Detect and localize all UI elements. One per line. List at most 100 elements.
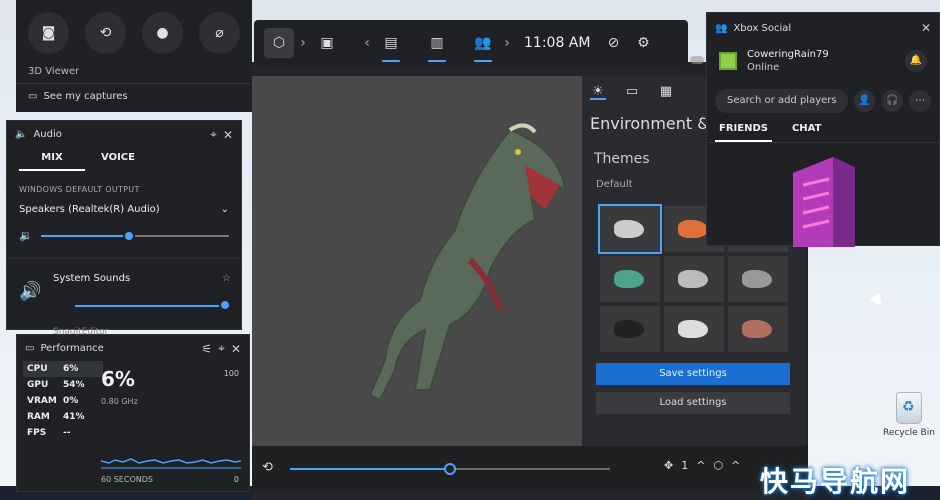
recycle-bin-label: Recycle Bin xyxy=(883,428,935,438)
performance-title: Performance xyxy=(40,343,104,354)
pin-icon[interactable]: ⌖ xyxy=(218,341,225,356)
xbox-social-widget: 👥 Xbox Social ✕ CoweringRain79 Online 🔔 … xyxy=(706,12,940,247)
chevron-right-icon[interactable]: › xyxy=(498,35,516,51)
tab-chat[interactable]: CHAT xyxy=(788,123,826,142)
cpu-big-value: 6% xyxy=(101,367,135,391)
theme-thumbnail[interactable] xyxy=(598,204,662,254)
social-header: 👥 Xbox Social ✕ xyxy=(707,13,939,43)
performance-metrics: CPU 6% GPU 54% VRAM 0% RAM 41% FPS -- xyxy=(23,361,103,441)
grid-icon[interactable]: ▦ xyxy=(658,84,674,100)
master-volume-slider[interactable] xyxy=(40,229,229,242)
close-icon[interactable]: ✕ xyxy=(223,128,233,142)
performance-header: ▭ Performance ⚟ ⌖ ✕ xyxy=(17,335,249,362)
audio-header: 🔈 Audio ⌖ ✕ xyxy=(7,121,241,148)
close-icon[interactable]: ✕ xyxy=(921,21,931,35)
chevron-down-icon: ⌄ xyxy=(220,204,229,215)
cpu-frequency: 0.80 GHz xyxy=(101,397,138,406)
app-name: System Sounds xyxy=(53,273,131,284)
social-title: Xbox Social xyxy=(733,22,792,34)
widget-menu-icon[interactable]: ▣ xyxy=(312,28,342,58)
tab-friends[interactable]: FRIENDS xyxy=(715,123,772,142)
volume-icon[interactable]: 🔉 xyxy=(19,229,33,242)
theme-thumbnail[interactable] xyxy=(600,306,660,352)
gamertag: CoweringRain79 xyxy=(747,49,829,60)
record-last-icon[interactable]: ⟲ xyxy=(85,12,126,54)
theme-thumbnail[interactable] xyxy=(728,256,788,302)
social-tabs: FRIENDS CHAT xyxy=(707,113,939,143)
online-status: Online xyxy=(747,62,780,73)
dinosaur-model[interactable] xyxy=(360,110,580,410)
metric-fps[interactable]: FPS -- xyxy=(23,425,103,441)
graph-max-label: 100 xyxy=(223,369,239,378)
pin-icon[interactable]: ⌖ xyxy=(210,127,217,142)
person-icon[interactable]: 👤 xyxy=(853,90,876,112)
record-icon[interactable]: ● xyxy=(142,12,183,54)
app-volume-handle[interactable] xyxy=(219,299,231,311)
app-volume-slider[interactable] xyxy=(75,305,225,307)
loop-icon[interactable]: ⟲ xyxy=(262,460,273,475)
theme-thumbnail[interactable] xyxy=(728,306,788,352)
chevron-left-icon[interactable]: ‹ xyxy=(358,35,376,51)
star-icon[interactable]: ☆ xyxy=(222,273,231,284)
playback-bar: ⟲ ✥ 1 ^ ⬡ ^ xyxy=(252,446,808,490)
chevron-up-icon[interactable]: ^ xyxy=(696,459,705,472)
image-icon[interactable]: ▭ xyxy=(624,84,640,100)
theme-thumbnail[interactable] xyxy=(600,256,660,302)
cube-icon[interactable]: ⬡ xyxy=(713,459,723,472)
options-icon[interactable]: ⚟ xyxy=(201,342,212,356)
app-speaker-icon[interactable]: 🔊 xyxy=(19,281,41,302)
theme-thumbnail[interactable] xyxy=(664,306,724,352)
headset-icon[interactable]: 🎧 xyxy=(881,90,904,112)
bell-icon[interactable]: 🔔 xyxy=(905,50,927,72)
xbox-home-icon[interactable]: ⬡ xyxy=(264,28,294,58)
capture-buttons: ◙ ⟲ ● ⌀ xyxy=(16,0,252,54)
mouse-cursor-icon xyxy=(869,292,887,310)
output-device-select[interactable]: Speakers (Realtek(R) Audio) ⌄ xyxy=(7,200,241,219)
graph-duration: 60 SECONDS xyxy=(101,475,153,484)
audio-widget: 🔈 Audio ⌖ ✕ MIX VOICE WINDOWS DEFAULT OU… xyxy=(6,120,242,337)
lights-count: 1 xyxy=(681,459,689,472)
theme-thumbnail[interactable] xyxy=(664,256,724,302)
capture-widget-icon[interactable]: ▤ xyxy=(376,28,406,62)
default-output-heading: WINDOWS DEFAULT OUTPUT xyxy=(19,185,140,194)
friends-illustration xyxy=(793,157,855,247)
metric-cpu[interactable]: CPU 6% xyxy=(23,361,103,377)
load-settings-button[interactable]: Load settings xyxy=(596,392,790,414)
recycle-bin-icon[interactable]: Recycle Bin xyxy=(880,392,938,438)
mouse-off-icon[interactable]: ⊘ xyxy=(598,28,628,58)
user-profile[interactable]: CoweringRain79 Online 🔔 xyxy=(707,43,939,79)
chevron-up-icon[interactable]: ^ xyxy=(731,459,740,472)
capture-widget: ◙ ⟲ ● ⌀ 3D Viewer ▭ See my captures xyxy=(16,0,252,112)
sun-icon[interactable]: ☀ xyxy=(590,84,606,100)
search-players-input[interactable]: Search or add players xyxy=(715,89,848,113)
avatar xyxy=(719,52,737,70)
tab-voice[interactable]: VOICE xyxy=(85,148,151,171)
more-icon[interactable]: ⋯ xyxy=(909,90,931,112)
metric-gpu[interactable]: GPU 54% xyxy=(23,377,103,393)
performance-widget-icon[interactable]: ▥ xyxy=(422,28,452,62)
people-icon: 👥 xyxy=(715,22,728,34)
camera-icon[interactable]: ◙ xyxy=(28,12,69,54)
lights-icon[interactable]: ✥ xyxy=(664,459,673,472)
mic-off-icon[interactable]: ⌀ xyxy=(199,12,240,54)
settings-gear-icon[interactable]: ⚙ xyxy=(628,28,658,58)
tab-mix[interactable]: MIX xyxy=(19,148,85,171)
monitor-icon: ▭ xyxy=(25,343,35,354)
search-row: Search or add players 👤 🎧 ⋯ xyxy=(707,79,939,113)
cpu-usage-graph xyxy=(101,458,241,469)
captured-app-name: 3D Viewer xyxy=(28,66,80,77)
save-settings-button[interactable]: Save settings xyxy=(596,363,790,385)
close-icon[interactable]: ✕ xyxy=(231,342,241,356)
social-widget-icon[interactable]: 👥 xyxy=(468,28,498,62)
app-volume-row: 🔊 System Sounds ☆ xyxy=(7,258,241,311)
timeline-handle[interactable] xyxy=(444,463,456,475)
see-captures-link[interactable]: ▭ See my captures xyxy=(16,84,252,109)
timeline-progress xyxy=(290,468,450,470)
game-bar-handle[interactable] xyxy=(690,56,704,64)
watermark-logo: 快马导航网 xyxy=(760,465,911,498)
metric-vram[interactable]: VRAM 0% xyxy=(23,393,103,409)
metric-ram[interactable]: RAM 41% xyxy=(23,409,103,425)
device-name: Speakers (Realtek(R) Audio) xyxy=(19,204,160,215)
clock-time: 11:08 AM xyxy=(524,35,591,51)
performance-widget: ▭ Performance ⚟ ⌖ ✕ CPU 6% GPU 54% VRAM 0% … xyxy=(16,334,250,492)
